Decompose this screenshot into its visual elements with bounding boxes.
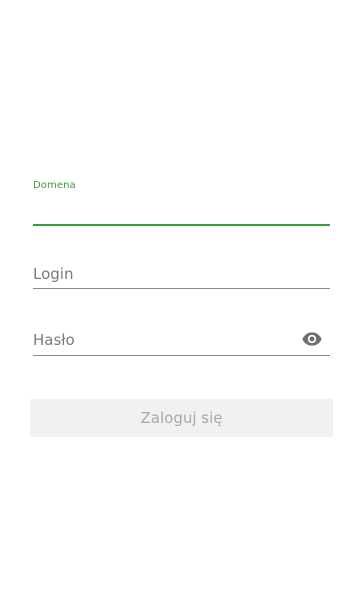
login-underline [33, 288, 330, 289]
password-underline [33, 355, 330, 356]
login-field[interactable] [33, 262, 330, 289]
login-input[interactable] [33, 262, 293, 286]
domain-input[interactable] [33, 198, 330, 222]
domain-field[interactable]: Domena [33, 180, 330, 226]
login-screen: Domena Zaloguj się [0, 0, 363, 590]
domain-label: Domena [33, 180, 76, 191]
eye-icon[interactable] [302, 331, 322, 347]
login-button[interactable]: Zaloguj się [30, 399, 333, 437]
domain-underline [33, 224, 330, 226]
password-field[interactable] [33, 328, 330, 356]
password-input[interactable] [33, 328, 293, 352]
